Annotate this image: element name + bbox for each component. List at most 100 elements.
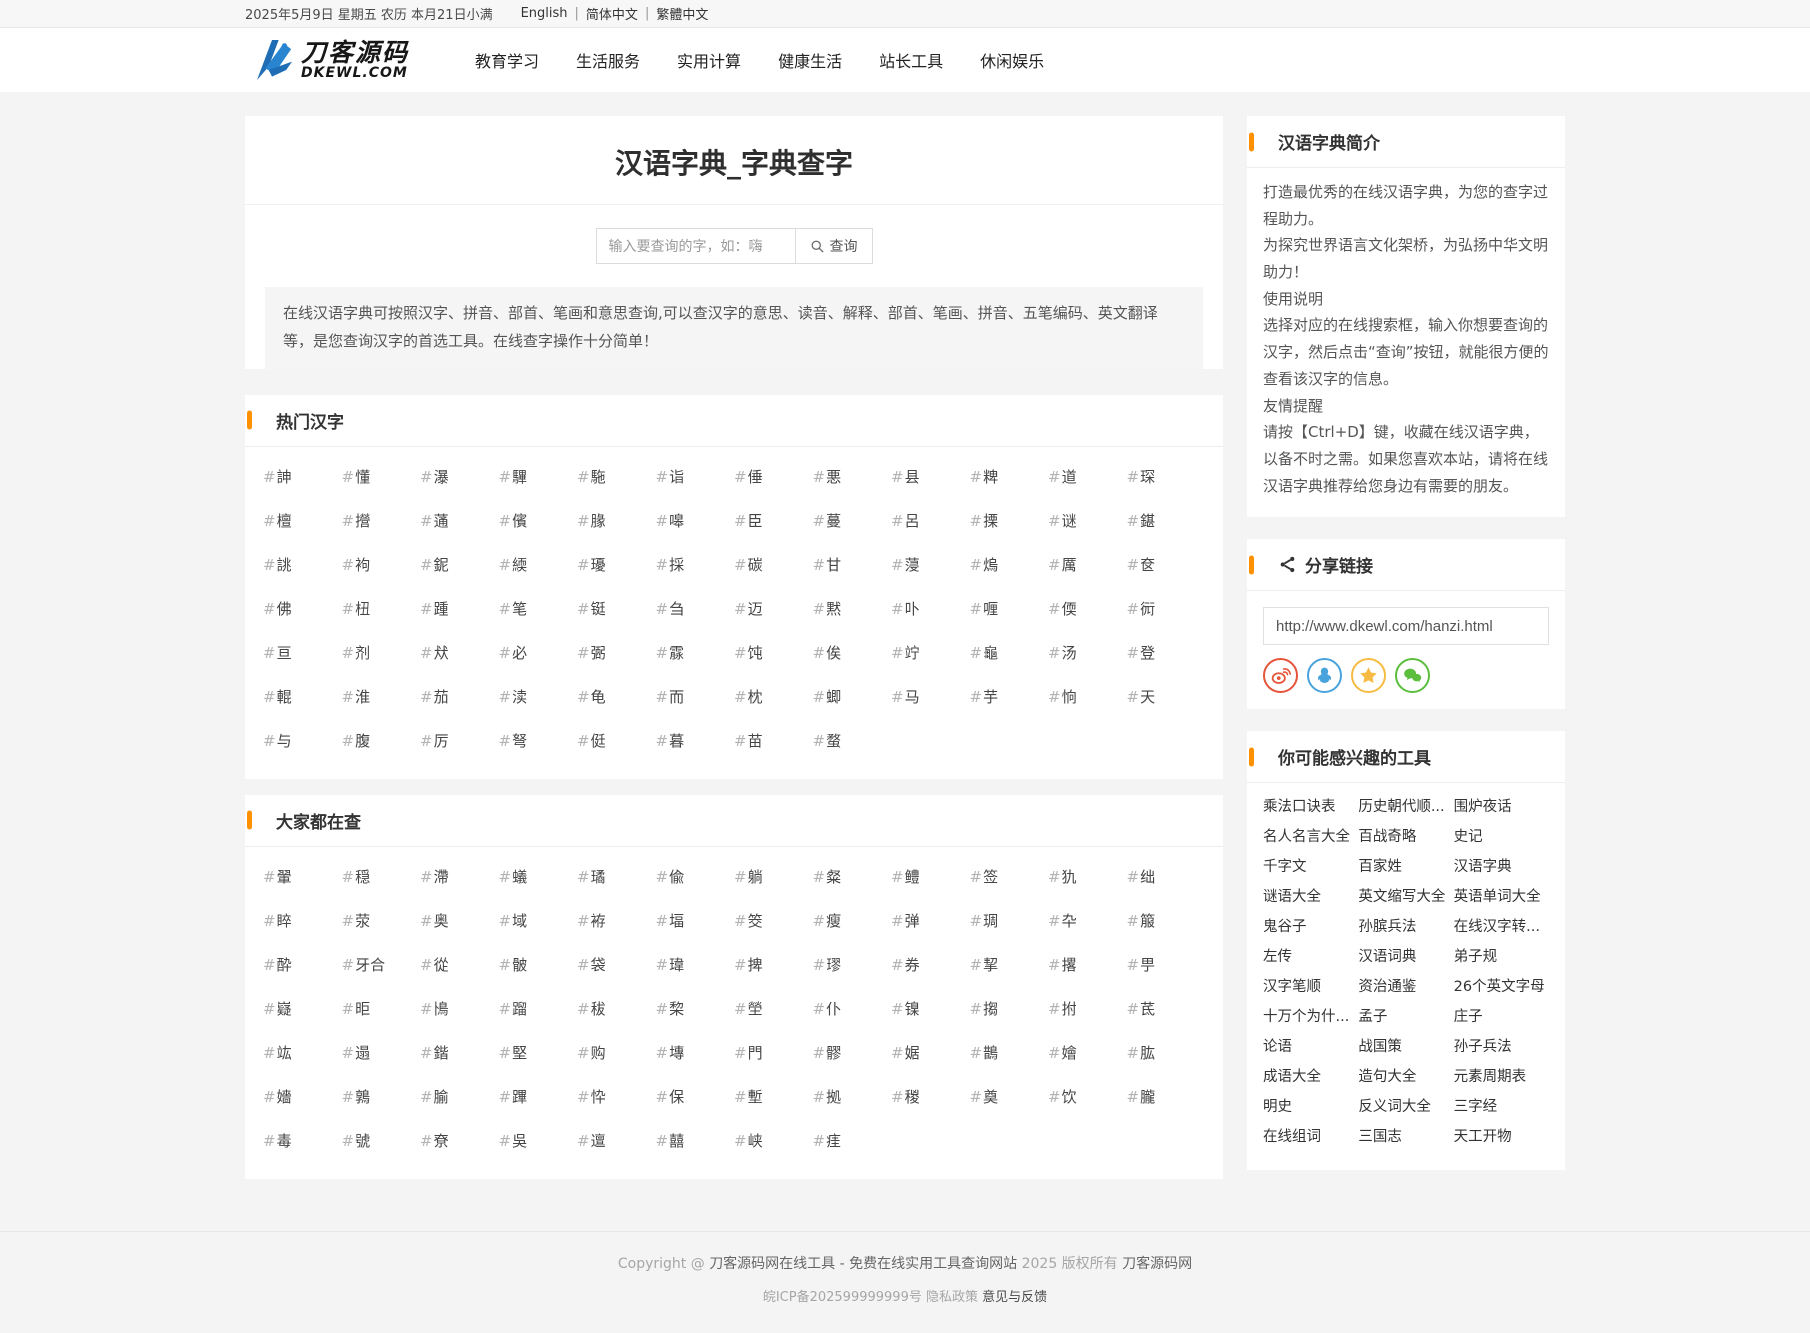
hanzi-link[interactable]: #筊 [734, 899, 813, 943]
hanzi-link[interactable]: #嗥 [656, 499, 735, 543]
hanzi-link[interactable]: #镍 [891, 987, 970, 1031]
tool-link[interactable]: 鬼谷子 [1263, 912, 1358, 942]
tool-link[interactable]: 汉语字典 [1454, 852, 1549, 882]
hanzi-link[interactable]: #谜 [1048, 499, 1127, 543]
hanzi-link[interactable]: #瓇 [577, 543, 656, 587]
hanzi-link[interactable]: #忰 [577, 1075, 656, 1119]
hanzi-link[interactable]: #饨 [734, 631, 813, 675]
weibo-icon[interactable] [1263, 658, 1298, 693]
nav-item[interactable]: 实用计算 [675, 44, 743, 76]
tool-link[interactable]: 三字经 [1454, 1092, 1549, 1122]
hanzi-link[interactable]: #捭 [734, 943, 813, 987]
footer-link[interactable]: 隐私政策 [926, 1290, 982, 1305]
tool-link[interactable]: 史记 [1454, 822, 1549, 852]
share-url-input[interactable] [1263, 607, 1549, 645]
hanzi-link[interactable]: #呂 [891, 499, 970, 543]
hanzi-link[interactable]: #檀 [263, 499, 342, 543]
hanzi-link[interactable]: #倕 [734, 455, 813, 499]
tool-link[interactable]: 成语大全 [1263, 1062, 1358, 1092]
hanzi-link[interactable]: #穏 [342, 855, 421, 899]
hanzi-link[interactable]: #弹 [891, 899, 970, 943]
hanzi-link[interactable]: #峡 [734, 1119, 813, 1163]
hanzi-link[interactable]: #俟 [813, 631, 892, 675]
hanzi-link[interactable]: #荥 [342, 899, 421, 943]
hanzi-link[interactable]: #登 [1127, 631, 1206, 675]
language-link[interactable]: 简体中文 [586, 4, 638, 23]
hanzi-link[interactable]: #從 [420, 943, 499, 987]
hanzi-link[interactable]: #搮 [970, 499, 1049, 543]
hanzi-link[interactable]: #甘 [813, 543, 892, 587]
footer-link[interactable]: 刀客源码网 [1122, 1256, 1192, 1272]
tool-link[interactable]: 孙膑兵法 [1358, 912, 1453, 942]
tool-link[interactable]: 资治通鉴 [1358, 972, 1453, 1002]
hanzi-link[interactable]: #悪 [813, 455, 892, 499]
tool-link[interactable]: 在线组词 [1263, 1122, 1358, 1152]
hanzi-link[interactable]: #马 [891, 675, 970, 719]
hanzi-link[interactable]: #喱 [970, 587, 1049, 631]
hanzi-link[interactable]: #琱 [970, 899, 1049, 943]
hanzi-link[interactable]: #鍇 [420, 1031, 499, 1075]
hanzi-link[interactable]: #肱 [1127, 1031, 1206, 1075]
hanzi-link[interactable]: #霡 [656, 631, 735, 675]
hanzi-link[interactable]: #签 [970, 855, 1049, 899]
hanzi-link[interactable]: #躺 [734, 855, 813, 899]
hanzi-link[interactable]: #亘 [263, 631, 342, 675]
hanzi-link[interactable]: #黙 [813, 587, 892, 631]
hanzi-link[interactable]: #与 [263, 719, 342, 763]
search-input[interactable] [596, 228, 796, 264]
nav-item[interactable]: 健康生活 [776, 44, 844, 76]
hanzi-link[interactable]: #鶉 [342, 1075, 421, 1119]
hanzi-link[interactable]: #懂 [342, 455, 421, 499]
hanzi-link[interactable]: #诣 [656, 455, 735, 499]
hanzi-link[interactable]: #㹜 [420, 631, 499, 675]
language-link[interactable]: English [521, 6, 568, 21]
hanzi-link[interactable]: #鍖 [1127, 499, 1206, 543]
hanzi-link[interactable]: #苗 [734, 719, 813, 763]
hanzi-link[interactable]: #奠 [970, 1075, 1049, 1119]
hanzi-link[interactable]: #蓪 [420, 499, 499, 543]
hanzi-link[interactable]: #芋 [970, 675, 1049, 719]
hanzi-link[interactable]: #牙合 [342, 943, 421, 987]
tool-link[interactable]: 英语单词大全 [1454, 882, 1549, 912]
site-logo[interactable]: 刀客源码 DKEWL.COM [245, 35, 409, 85]
hanzi-link[interactable]: #枕 [734, 675, 813, 719]
hanzi-link[interactable]: #道 [1048, 455, 1127, 499]
hanzi-link[interactable]: #腞 [577, 499, 656, 543]
hanzi-link[interactable]: #挈 [970, 943, 1049, 987]
hanzi-link[interactable]: #偄 [1048, 587, 1127, 631]
hanzi-link[interactable]: #而 [656, 675, 735, 719]
hanzi-link[interactable]: #遢 [342, 1031, 421, 1075]
hanzi-link[interactable]: #侹 [577, 719, 656, 763]
tool-link[interactable]: 百战奇略 [1358, 822, 1453, 852]
hanzi-link[interactable]: #婮 [891, 1031, 970, 1075]
hanzi-link[interactable]: #天 [1127, 675, 1206, 719]
hanzi-link[interactable]: #緛 [499, 543, 578, 587]
hanzi-link[interactable]: #鈮 [420, 543, 499, 587]
tool-link[interactable]: 论语 [1263, 1032, 1358, 1062]
wechat-icon[interactable] [1395, 658, 1430, 693]
hanzi-link[interactable]: #採 [656, 543, 735, 587]
tool-link[interactable]: 在线汉字转... [1454, 912, 1549, 942]
hanzi-link[interactable]: #朧 [1127, 1075, 1206, 1119]
hanzi-link[interactable]: #弩 [499, 719, 578, 763]
hanzi-link[interactable]: #袋 [577, 943, 656, 987]
tool-link[interactable]: 千字文 [1263, 852, 1358, 882]
hanzi-link[interactable]: #铤 [577, 587, 656, 631]
hanzi-link[interactable]: #剂 [342, 631, 421, 675]
hanzi-link[interactable]: #竑 [263, 1031, 342, 1075]
hanzi-link[interactable]: #茋 [1127, 987, 1206, 1031]
hanzi-link[interactable]: #瀑 [420, 455, 499, 499]
tool-link[interactable]: 三国志 [1358, 1122, 1453, 1152]
hanzi-link[interactable]: #瘦 [813, 899, 892, 943]
hanzi-link[interactable]: #尞 [420, 1119, 499, 1163]
hanzi-link[interactable]: #秡 [577, 987, 656, 1031]
hanzi-link[interactable]: #厉 [420, 719, 499, 763]
tool-link[interactable]: 乘法口诀表 [1263, 792, 1358, 822]
hanzi-link[interactable]: #璚 [577, 855, 656, 899]
tool-link[interactable]: 汉语词典 [1358, 942, 1453, 972]
hanzi-link[interactable]: #琛 [1127, 455, 1206, 499]
hanzi-link[interactable]: #拊 [1048, 987, 1127, 1031]
hanzi-link[interactable]: #蔓 [813, 499, 892, 543]
hanzi-link[interactable]: #鵲 [970, 1031, 1049, 1075]
search-button[interactable]: 查询 [795, 228, 873, 264]
